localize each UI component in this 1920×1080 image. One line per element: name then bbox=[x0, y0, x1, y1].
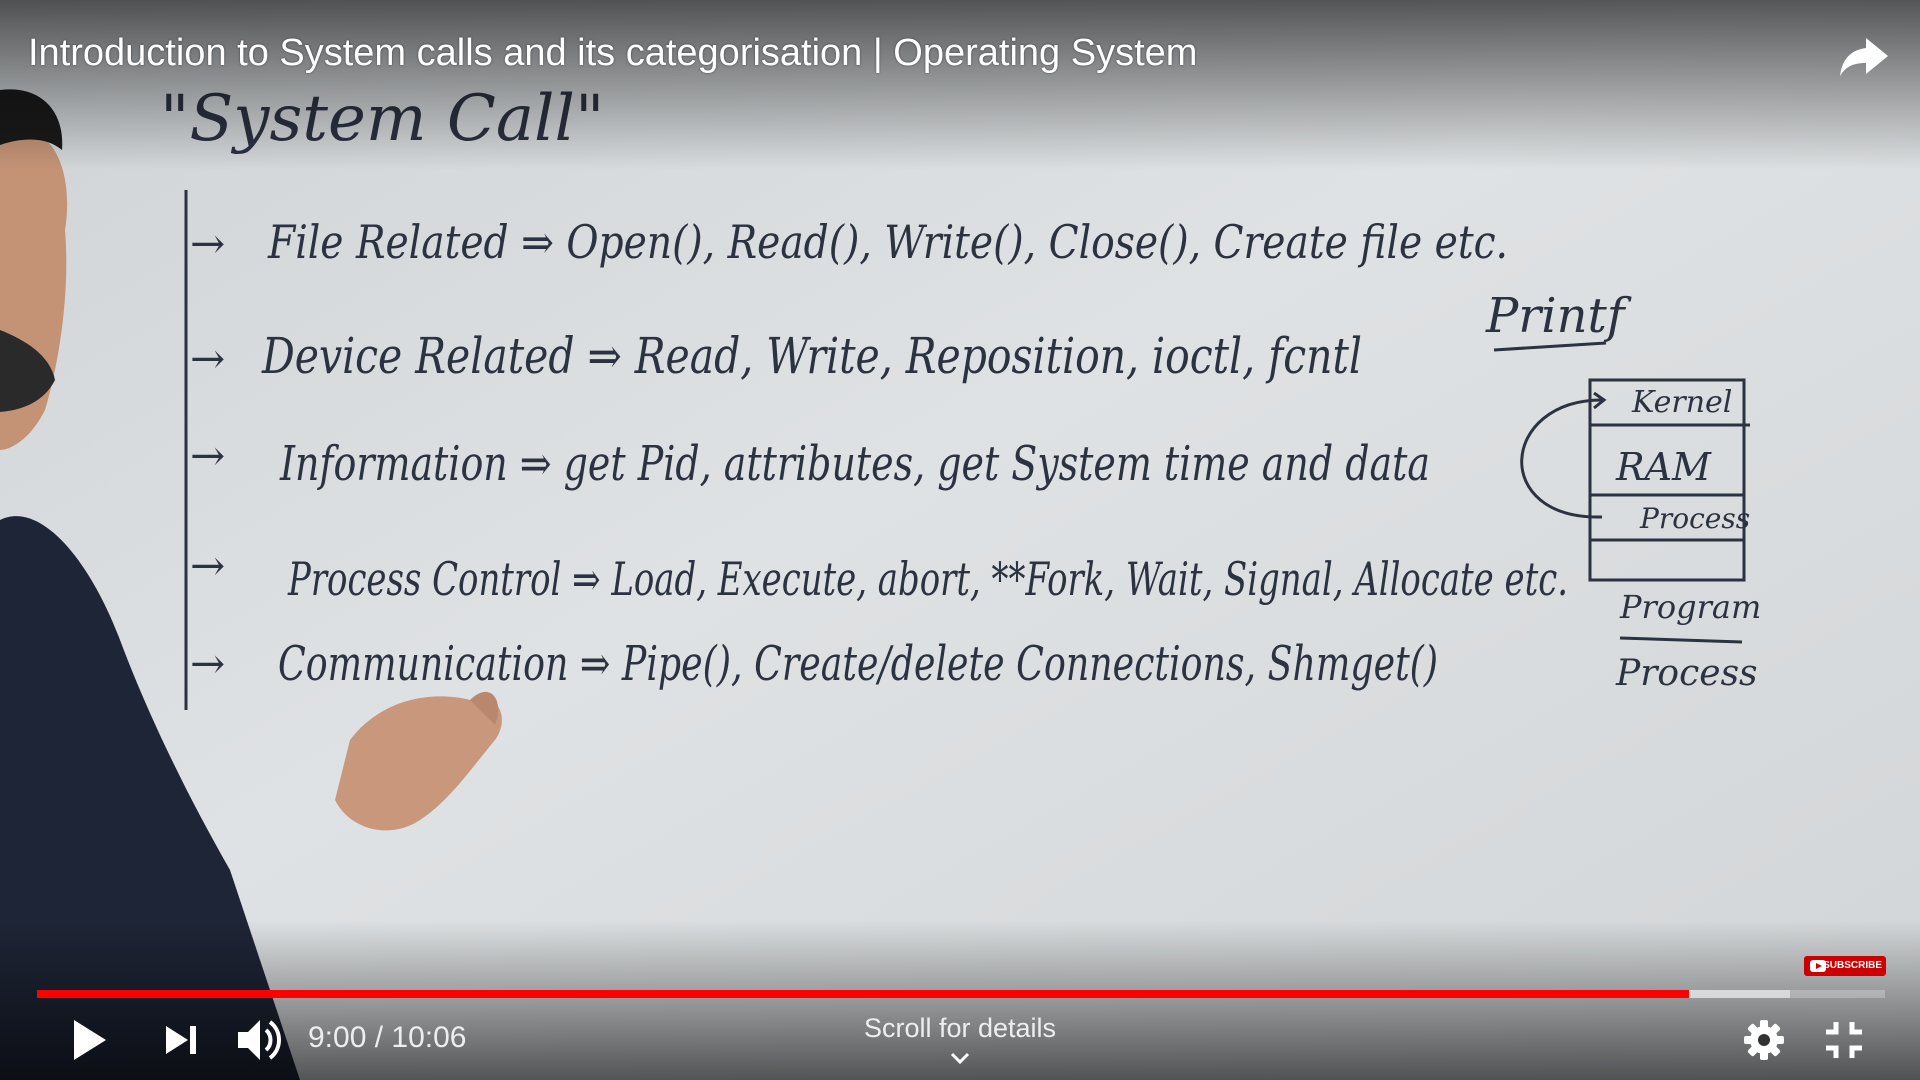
whiteboard-line-process: Process Control ⇒ Load, Execute, abort, … bbox=[287, 552, 1568, 606]
time-display: 9:00 / 10:06 bbox=[308, 1018, 466, 1058]
fraction-bottom: Process bbox=[1615, 653, 1758, 694]
share-button[interactable] bbox=[1836, 28, 1892, 84]
svg-text:→: → bbox=[190, 639, 225, 688]
progress-bar[interactable] bbox=[37, 990, 1885, 998]
settings-button[interactable] bbox=[1740, 1016, 1788, 1064]
scroll-for-details[interactable]: Scroll for details bbox=[800, 1010, 1120, 1046]
subscribe-watermark[interactable]: SUBSCRIBE bbox=[1804, 956, 1886, 976]
exit-fullscreen-button[interactable] bbox=[1822, 1018, 1866, 1062]
whiteboard-line-file: File Related ⇒ Open(), Read(), Write(), … bbox=[267, 215, 1508, 269]
whiteboard-side-note: Printf bbox=[1485, 288, 1632, 344]
whiteboard-heading: "System Call" bbox=[160, 82, 604, 156]
play-icon bbox=[74, 1020, 106, 1060]
whiteboard-line-communication: Communication ⇒ Pipe(), Create/delete Co… bbox=[278, 636, 1438, 692]
memory-block-process: Process bbox=[1639, 502, 1750, 535]
svg-text:→: → bbox=[190, 334, 225, 383]
video-title[interactable]: Introduction to System calls and its cat… bbox=[28, 30, 1197, 76]
share-icon bbox=[1840, 38, 1888, 76]
video-player[interactable]: "System Call" → File Related ⇒ Open(), R… bbox=[0, 0, 1920, 1080]
whiteboard-line-device: Device Related ⇒ Read, Write, Reposition… bbox=[261, 327, 1362, 385]
memory-block-kernel: Kernel bbox=[1631, 385, 1732, 420]
subscribe-label: SUBSCRIBE bbox=[1823, 960, 1882, 971]
time-separator: / bbox=[366, 1021, 392, 1054]
next-icon bbox=[166, 1026, 196, 1054]
svg-text:→: → bbox=[190, 541, 225, 590]
exit-fullscreen-icon bbox=[1826, 1022, 1862, 1058]
next-button[interactable] bbox=[160, 1018, 204, 1062]
volume-icon bbox=[238, 1020, 281, 1060]
current-time: 9:00 bbox=[308, 1021, 367, 1054]
play-button[interactable] bbox=[66, 1012, 114, 1068]
progress-played bbox=[37, 990, 1690, 998]
video-frame: "System Call" → File Related ⇒ Open(), R… bbox=[0, 0, 1920, 1080]
fraction-top: Program bbox=[1619, 588, 1761, 626]
chevron-down-icon[interactable] bbox=[948, 1050, 972, 1068]
youtube-logo-icon bbox=[1810, 960, 1826, 972]
gear-icon bbox=[1744, 1020, 1784, 1060]
volume-button[interactable] bbox=[234, 1014, 286, 1066]
svg-text:→: → bbox=[190, 219, 225, 268]
svg-text:→: → bbox=[190, 431, 225, 480]
whiteboard-line-information: Information ⇒ get Pid, attributes, get S… bbox=[279, 436, 1430, 492]
memory-block-ram: RAM bbox=[1615, 445, 1712, 489]
duration: 10:06 bbox=[391, 1021, 467, 1054]
